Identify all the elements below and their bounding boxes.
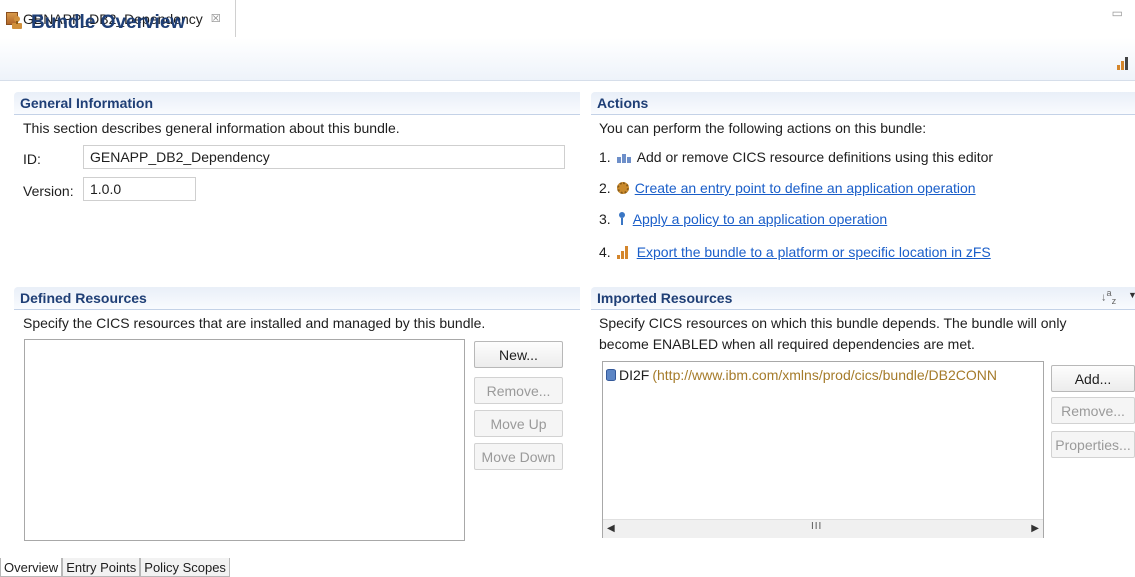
page-header — [0, 38, 1135, 81]
header-export-icon[interactable] — [1117, 56, 1131, 73]
editor-page-tabs: Overview Entry Points Policy Scopes — [0, 558, 230, 577]
tab-policy-scopes[interactable]: Policy Scopes — [140, 558, 230, 577]
page-title-text: Bundle Overview — [31, 12, 186, 33]
scroll-right-icon[interactable]: ▶ — [1031, 523, 1039, 534]
create-entry-point-link[interactable]: Create an entry point to define an appli… — [635, 180, 976, 196]
id-label: ID: — [23, 151, 41, 167]
version-label: Version: — [23, 183, 74, 199]
imported-resources-header[interactable]: Imported Resources — [591, 287, 1135, 310]
id-field[interactable] — [83, 145, 565, 169]
apply-policy-link[interactable]: Apply a policy to an application operati… — [633, 211, 888, 227]
actions-header[interactable]: Actions — [591, 92, 1135, 115]
resource-definitions-icon — [616, 151, 631, 163]
action-item-1: 1. Add or remove CICS resource definitio… — [599, 149, 993, 165]
action-item-4[interactable]: 4. Export the bundle to a platform or sp… — [599, 244, 991, 260]
action-item-2[interactable]: 2. Create an entry point to define an ap… — [599, 180, 976, 196]
entry-point-gear-icon — [616, 182, 629, 194]
db2-connection-icon — [606, 369, 616, 381]
add-import-button[interactable]: Add... — [1051, 365, 1135, 392]
action-item-3[interactable]: 3. Apply a policy to an application oper… — [599, 211, 887, 227]
imported-resources-description-line1: Specify CICS resources on which this bun… — [599, 315, 1067, 331]
horizontal-scrollbar[interactable]: ◀ III ▶ — [603, 519, 1043, 538]
action-number: 2. — [599, 180, 611, 196]
actions-description: You can perform the following actions on… — [599, 120, 927, 136]
move-down-button[interactable]: Move Down — [474, 443, 563, 470]
general-info-heading: General Information — [20, 95, 154, 111]
imported-item-type-url: (http://www.ibm.com/xmlns/prod/cics/bund… — [652, 367, 998, 383]
defined-resources-description: Specify the CICS resources that are inst… — [23, 315, 486, 331]
move-up-button[interactable]: Move Up — [474, 410, 563, 437]
remove-import-button[interactable]: Remove... — [1051, 397, 1135, 424]
imported-resources-heading: Imported Resources — [597, 290, 733, 306]
list-item[interactable]: DI2F (http://www.ibm.com/xmlns/prod/cics… — [606, 367, 1044, 383]
action-number: 3. — [599, 211, 611, 227]
defined-resources-header[interactable]: Defined Resources — [14, 287, 580, 310]
general-info-description: This section describes general informati… — [23, 120, 400, 136]
remove-resource-button[interactable]: Remove... — [474, 377, 563, 404]
bundle-overview-icon — [12, 16, 22, 29]
defined-resources-list[interactable] — [24, 339, 465, 541]
page-title: Bundle Overview — [10, 12, 185, 34]
minimize-icon[interactable]: ▭ — [1112, 6, 1123, 20]
action-number: 4. — [599, 244, 611, 260]
policy-icon — [617, 212, 627, 226]
general-info-header[interactable]: General Information — [14, 92, 580, 115]
export-bundle-icon — [616, 245, 631, 259]
scroll-thumb-grip[interactable]: III — [811, 521, 822, 532]
imported-item-name: DI2F — [619, 367, 650, 383]
view-menu-chevron-icon[interactable]: ▼ — [1128, 290, 1135, 300]
tab-overview[interactable]: Overview — [0, 558, 63, 577]
properties-button[interactable]: Properties... — [1051, 431, 1135, 458]
export-bundle-link[interactable]: Export the bundle to a platform or speci… — [637, 244, 991, 260]
sort-alphabetical-icon[interactable]: ↓az — [1101, 288, 1116, 306]
action-number: 1. — [599, 149, 611, 165]
tab-close-icon[interactable]: ☒ — [211, 12, 221, 25]
action-text: Add or remove CICS resource definitions … — [636, 149, 994, 165]
imported-resources-list[interactable] — [602, 361, 1044, 538]
tab-entry-points[interactable]: Entry Points — [62, 558, 141, 577]
new-resource-button[interactable]: New... — [474, 341, 563, 368]
defined-resources-heading: Defined Resources — [20, 290, 147, 306]
version-field[interactable] — [83, 177, 196, 201]
imported-resources-description-line2: become ENABLED when all required depende… — [599, 336, 975, 352]
actions-heading: Actions — [597, 95, 649, 111]
scroll-left-icon[interactable]: ◀ — [607, 523, 615, 534]
